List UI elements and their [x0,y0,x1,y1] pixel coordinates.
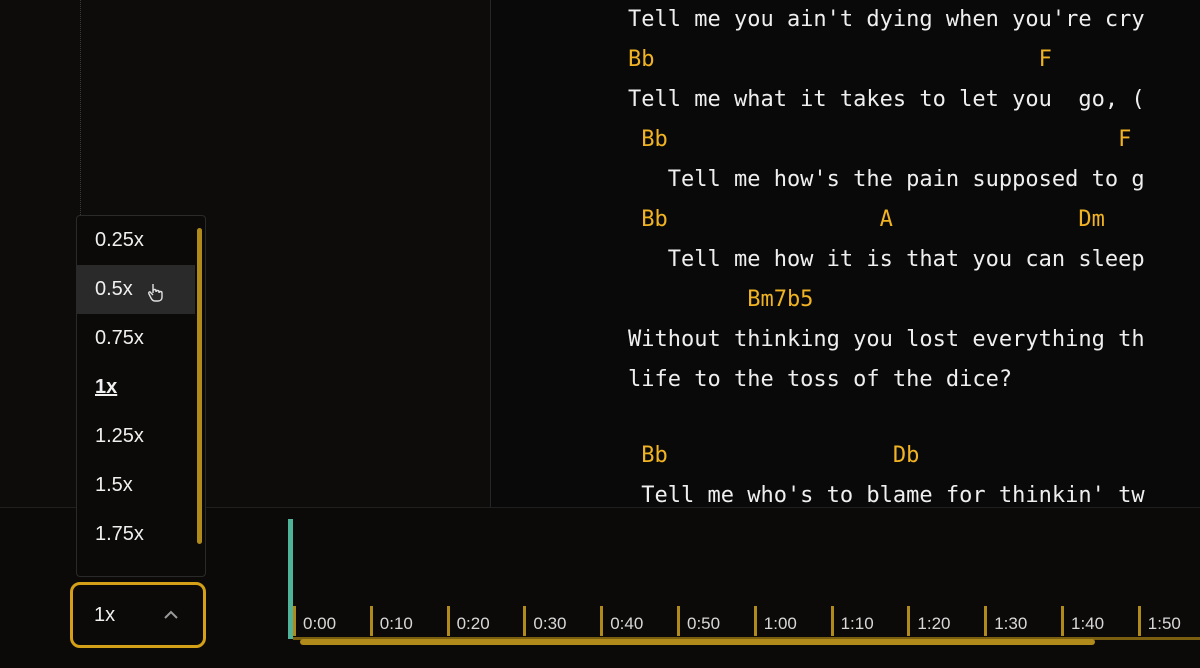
timeline-tick: 0:20 [446,606,490,636]
lyric-line: life to the toss of the dice? [628,367,1013,392]
timeline-tick: 0:50 [677,606,720,636]
lyric-line: Tell me who's to blame for thinkin' tw [628,483,1145,507]
lyric-line: Tell me you ain't dying when you're cry [628,7,1145,32]
timeline-tick: 1:50 [1137,606,1181,636]
timeline-tick: 1:30 [984,606,1027,636]
chord-line: Bb F [628,127,1132,152]
timeline-tick: 1:40 [1061,606,1104,636]
speed-option-label: 0.5x [95,278,133,300]
speed-option[interactable]: 1x [77,363,195,412]
playback-speed-value: 1x [94,603,116,626]
dotted-guide [80,0,81,215]
pointer-hand-icon [148,284,163,302]
playback-speed-menu[interactable]: 0.25x 0.5x 0.75x 1x 1.25x 1.5x 1.75x [76,215,206,577]
chord-line: Bb A Dm [628,207,1105,232]
timeline-tick: 0:10 [369,606,413,636]
timeline-tick: 1:20 [907,606,950,636]
speed-option[interactable]: 1.75x [77,510,195,559]
menu-scrollbar[interactable] [197,228,202,544]
lyric-line: Tell me how it is that you can sleep [628,247,1145,272]
lyric-line: Tell me what it takes to let you go, ( [628,87,1145,112]
speed-option-label: 1.75x [95,523,144,545]
speed-option-label: 1.5x [95,474,133,496]
chord-line: Bb Db [628,443,920,468]
timeline-tick: 1:00 [753,606,797,636]
left-panel [0,0,490,507]
timeline-tick: 0:40 [600,606,643,636]
speed-option-label: 1.25x [95,425,144,447]
timeline-ruler[interactable]: 0:00 0:10 0:20 0:30 0:40 0:50 1:00 1:10 1:20 1:30… [293,606,1200,640]
chord-line: Bm7b5 [628,287,814,312]
timeline-scrollbar[interactable] [300,639,1095,645]
chord-lyric-text: Tell me you ain't dying when you're cry B… [628,0,1145,507]
speed-option[interactable]: 0.75x [77,314,195,363]
timeline-tick: 1:10 [830,606,874,636]
playback-speed-button[interactable]: 1x [70,582,206,648]
speed-option[interactable]: 0.5x [77,265,195,314]
chevron-up-icon [164,610,178,619]
timeline-tick: 0:00 [293,606,336,636]
lyric-line: Tell me how's the pain supposed to g [628,167,1145,192]
speed-option-label: 1x [95,376,118,398]
speed-option-label: 0.75x [95,327,144,349]
speed-option[interactable]: 1.5x [77,461,195,510]
speed-option[interactable]: 0.25x [77,216,195,265]
song-sheet[interactable]: Tell me you ain't dying when you're cry B… [491,0,1200,507]
speed-option[interactable]: 1.25x [77,412,195,461]
timeline-tick: 0:30 [523,606,566,636]
chord-line: Bb F [628,47,1052,72]
lyric-line: Without thinking you lost everything th [628,327,1145,352]
speed-option-label: 0.25x [95,229,144,251]
